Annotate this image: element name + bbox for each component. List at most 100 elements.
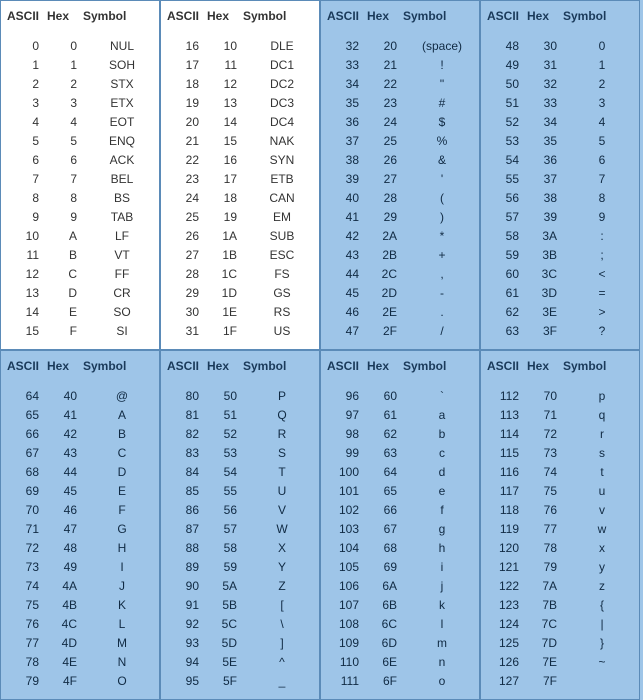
ascii-code: 25 [167, 208, 209, 227]
table-row: 11977w [487, 520, 633, 539]
ascii-code: 58 [487, 227, 529, 246]
symbol-value: G [91, 520, 153, 539]
table-row: 603C< [487, 265, 633, 284]
table-row: 291DGS [167, 284, 313, 303]
table-row: 11270p [487, 387, 633, 406]
table-row: 48300 [487, 37, 633, 56]
hex-code: 41 [49, 406, 91, 425]
symbol-value: i [411, 558, 473, 577]
symbol-value: K [91, 596, 153, 615]
symbol-value: b [411, 425, 473, 444]
symbol-value [571, 672, 633, 691]
header-symbol: Symbol [403, 9, 463, 23]
hex-code: 5A [209, 577, 251, 596]
symbol-value: DC1 [251, 56, 313, 75]
ascii-code: 36 [327, 113, 369, 132]
table-row: 1913DC3 [167, 94, 313, 113]
ascii-code: 80 [167, 387, 209, 406]
ascii-code: 74 [7, 577, 49, 596]
ascii-code: 44 [327, 265, 369, 284]
hex-code: 22 [369, 75, 411, 94]
table-row: 9963c [327, 444, 473, 463]
symbol-value: 7 [571, 170, 633, 189]
table-row: 51333 [487, 94, 633, 113]
table-row: 633F? [487, 322, 633, 341]
ascii-code: 49 [487, 56, 529, 75]
hex-code: 71 [529, 406, 571, 425]
hex-code: 1E [209, 303, 251, 322]
table-row: 12179y [487, 558, 633, 577]
table-row: 1076Bk [327, 596, 473, 615]
symbol-value: FF [91, 265, 153, 284]
ascii-code: 121 [487, 558, 529, 577]
header-symbol: Symbol [83, 359, 143, 373]
ascii-code: 102 [327, 501, 369, 520]
table-row: 8353S [167, 444, 313, 463]
ascii-code: 11 [7, 246, 49, 265]
hex-code: 3B [529, 246, 571, 265]
header-symbol: Symbol [563, 9, 623, 23]
hex-code: 48 [49, 539, 91, 558]
symbol-value: ? [571, 322, 633, 341]
header-ascii: ASCII [167, 9, 207, 23]
table-header: ASCIIHexSymbol [167, 9, 313, 23]
ascii-code: 108 [327, 615, 369, 634]
symbol-value: j [411, 577, 473, 596]
symbol-value: B [91, 425, 153, 444]
symbol-value: DC4 [251, 113, 313, 132]
table-row: 3220(space) [327, 37, 473, 56]
ascii-code: 4 [7, 113, 49, 132]
table-row: 11371q [487, 406, 633, 425]
ascii-code: 79 [7, 672, 49, 691]
ascii-code: 114 [487, 425, 529, 444]
hex-code: 5C [209, 615, 251, 634]
symbol-value: _ [251, 672, 313, 691]
ascii-code: 122 [487, 577, 529, 596]
symbol-value: H [91, 539, 153, 558]
ascii-code: 34 [327, 75, 369, 94]
symbol-value: x [571, 539, 633, 558]
table-header: ASCIIHexSymbol [7, 359, 153, 373]
header-hex: Hex [527, 9, 563, 23]
table-row: 8757W [167, 520, 313, 539]
ascii-code: 47 [327, 322, 369, 341]
header-symbol: Symbol [243, 359, 303, 373]
symbol-value: y [571, 558, 633, 577]
hex-code: 54 [209, 463, 251, 482]
table-row: 8656V [167, 501, 313, 520]
symbol-value: w [571, 520, 633, 539]
header-hex: Hex [367, 359, 403, 373]
table-row: 774DM [7, 634, 153, 653]
table-row: 6440@ [7, 387, 153, 406]
symbol-value: $ [411, 113, 473, 132]
hex-code: 50 [209, 387, 251, 406]
table-row: 6844D [7, 463, 153, 482]
hex-code: 4E [49, 653, 91, 672]
table-row: 33ETX [7, 94, 153, 113]
symbol-value: Q [251, 406, 313, 425]
symbol-value: BS [91, 189, 153, 208]
ascii-code: 16 [167, 37, 209, 56]
table-row: 784EN [7, 653, 153, 672]
hex-code: 3A [529, 227, 571, 246]
table-row: 3523# [327, 94, 473, 113]
ascii-panel-1: ASCIIHexSymbol1610DLE1711DC11812DC21913D… [160, 0, 320, 350]
table-row: 55377 [487, 170, 633, 189]
hex-code: 1 [49, 56, 91, 75]
hex-code: 77 [529, 520, 571, 539]
table-header: ASCIIHexSymbol [487, 359, 633, 373]
table-row: 6945E [7, 482, 153, 501]
hex-code: 39 [529, 208, 571, 227]
hex-code: 1B [209, 246, 251, 265]
ascii-code: 106 [327, 577, 369, 596]
symbol-value: T [251, 463, 313, 482]
table-row: 794FO [7, 672, 153, 691]
ascii-code: 59 [487, 246, 529, 265]
table-row: 11775u [487, 482, 633, 501]
ascii-code: 72 [7, 539, 49, 558]
table-row: 11876v [487, 501, 633, 520]
ascii-code: 125 [487, 634, 529, 653]
symbol-value: > [571, 303, 633, 322]
hex-code: 2A [369, 227, 411, 246]
symbol-value: STX [91, 75, 153, 94]
